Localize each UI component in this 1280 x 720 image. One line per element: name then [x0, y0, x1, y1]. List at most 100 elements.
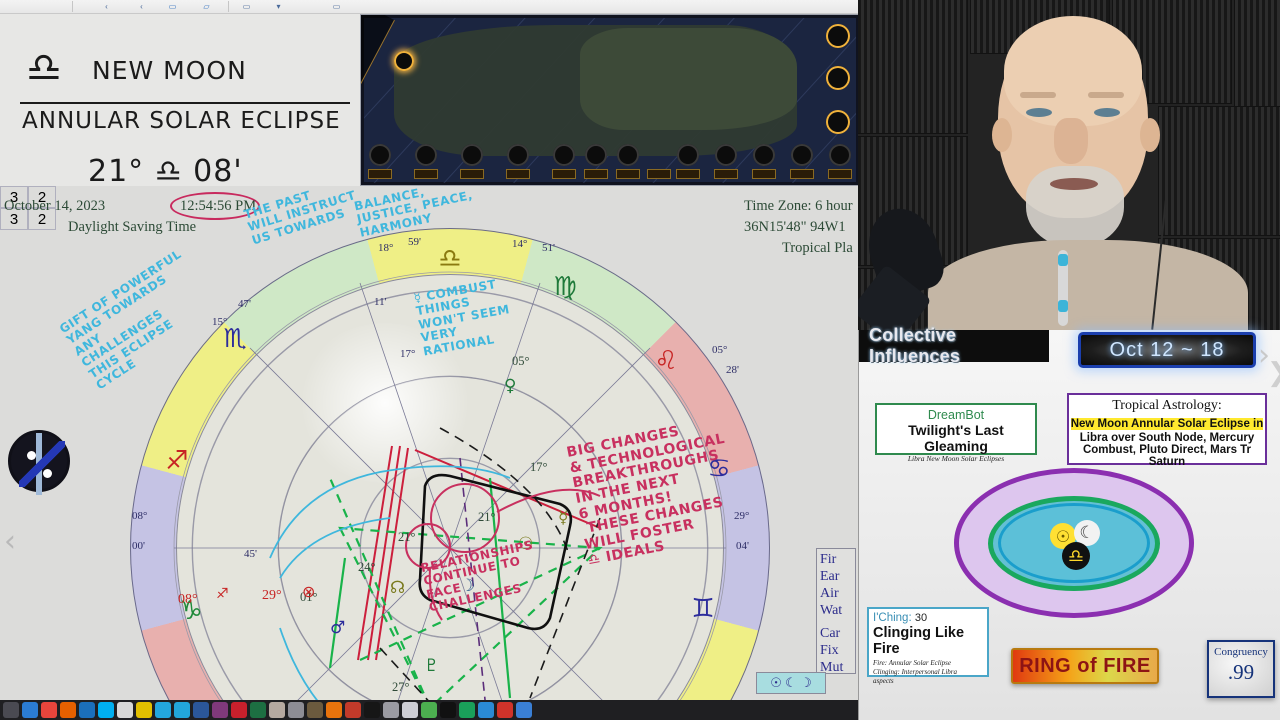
- sign-gemini: ♊: [691, 594, 715, 624]
- cusp-degree: 28': [726, 364, 739, 376]
- taskbar-app-acrobat[interactable]: [231, 702, 247, 718]
- fortune-degree: 29°: [262, 588, 282, 603]
- taskbar-app-terminal[interactable]: [421, 702, 437, 718]
- eclipse-phase-thumb: [826, 66, 850, 90]
- taskbar-app-zoom[interactable]: [364, 702, 380, 718]
- taskbar-app-firefox-browser[interactable]: [60, 702, 76, 718]
- sign-sagittarius: ♐: [165, 446, 189, 476]
- sign-virgo: ♍: [553, 272, 577, 302]
- taskbar-app-steam[interactable]: [345, 702, 361, 718]
- element-water: Wat: [820, 603, 843, 618]
- taskbar-app-calculator[interactable]: [288, 702, 304, 718]
- map-ocean: [361, 15, 856, 185]
- taskbar-app-onenote[interactable]: [212, 702, 228, 718]
- astrology-chart-area[interactable]: October 14, 2023 Daylight Saving Time 12…: [0, 185, 860, 720]
- moon-phase-box[interactable]: ☉ ☾ ☽: [756, 672, 826, 694]
- planet-mercury: ☿: [558, 508, 569, 528]
- eraser-tool-icon[interactable]: ▱: [200, 2, 213, 12]
- taskbar-app-excel[interactable]: [250, 702, 266, 718]
- date-range-badge[interactable]: Oct 12 ~ 18: [1078, 332, 1256, 368]
- wire-marker-top: [1058, 254, 1068, 266]
- taskbar-app-paint[interactable]: [269, 702, 285, 718]
- whiteboard-heading: ♎ NEW MOON ANNULAR SOLAR ECLIPSE 21° ♎ 0…: [0, 14, 360, 189]
- taskbar-app-file-explorer[interactable]: [3, 702, 19, 718]
- element-earth: Ear: [820, 569, 840, 584]
- taskbar-app-edge-browser[interactable]: [22, 702, 38, 718]
- next-slide-chevron-icon[interactable]: ›: [1258, 338, 1270, 373]
- map-landmass-east: [580, 27, 797, 130]
- iching-subtitle: Fire: Annular Solar Eclipse Clinging: In…: [873, 659, 958, 685]
- presenter-shirt: [928, 240, 1248, 330]
- presenter-mouth: [1050, 178, 1098, 190]
- taskbar-app-media-player[interactable]: [307, 702, 323, 718]
- eclipse-path-map[interactable]: [360, 14, 860, 186]
- congruency-value: .99: [1227, 660, 1255, 684]
- descendant-degree: 08°: [178, 592, 198, 607]
- planet-mars: ♂: [330, 618, 346, 638]
- mode-cardinal: Car: [820, 626, 841, 641]
- tropical-line2: Libra over South Node, Mercury: [1079, 432, 1255, 444]
- eclipse-phase-thumb: [826, 110, 850, 134]
- presenter-ear-left: [992, 118, 1012, 152]
- fortune-glyph: ⊗: [302, 582, 316, 601]
- taskbar-app-outlook[interactable]: [79, 702, 95, 718]
- taskbar-app-teams[interactable]: [459, 702, 475, 718]
- iching-headline: Clinging Like Fire: [873, 625, 965, 657]
- taskbar-app-sticky-notes[interactable]: [136, 702, 152, 718]
- taskbar-app-word[interactable]: [193, 702, 209, 718]
- presenter-nose: [1054, 118, 1088, 164]
- page-icon[interactable]: ▭: [240, 2, 253, 12]
- pen-tool-icon[interactable]: ▭: [166, 2, 179, 12]
- taskbar-app-onedrive[interactable]: [174, 702, 190, 718]
- eclipse-phase-strip: [367, 144, 859, 180]
- taskbar-app-store[interactable]: [497, 702, 513, 718]
- taskbar-app-opera[interactable]: [478, 702, 494, 718]
- planet-mercury-degree: 17°: [530, 460, 548, 474]
- taskbar-app-internet-explorer[interactable]: [155, 702, 171, 718]
- taskbar-app-skype[interactable]: [98, 702, 114, 718]
- presenter-ear-right: [1140, 118, 1160, 152]
- iching-number: 30: [914, 612, 928, 624]
- eclipse-degree-label: 21° ♎ 08': [88, 154, 243, 189]
- taskbar-app-settings[interactable]: [383, 702, 399, 718]
- collective-influences-panel[interactable]: Collective Influences Oct 12 ~ 18 ❯ Drea…: [858, 325, 1280, 720]
- libra-symbol: ♎: [1062, 542, 1090, 570]
- presenter-brow-left: [1020, 92, 1056, 98]
- element-air: Air: [820, 586, 839, 601]
- taskbar-app-spotify[interactable]: [440, 702, 456, 718]
- back-arrow-icon[interactable]: ‹: [100, 2, 113, 12]
- date-range-label: Oct 12 ~ 18: [1109, 338, 1225, 361]
- chevron-down-icon[interactable]: ▾: [272, 2, 285, 12]
- prev-slide-chevron-icon[interactable]: ‹: [4, 524, 16, 559]
- planet-venus: ♀: [504, 376, 517, 396]
- taskbar-app-antivirus[interactable]: [402, 702, 418, 718]
- windows-taskbar[interactable]: [0, 700, 860, 720]
- planet-sun-degree: 21°: [478, 510, 496, 524]
- webcam-video[interactable]: [858, 0, 1280, 330]
- eclipse-phase-thumb: [826, 24, 850, 48]
- sign-leo: ♌: [654, 346, 678, 376]
- cusp-degree: 11': [374, 296, 387, 308]
- sign-libra: ♎: [438, 244, 462, 274]
- presenter-eye-left: [1026, 108, 1052, 117]
- forward-arrow-icon[interactable]: ‹: [135, 2, 148, 12]
- dreambot-headline: Twilight's Last Gleaming: [908, 422, 1004, 454]
- cusp-degree: 18°: [378, 242, 394, 254]
- cusp-degree: 05°: [712, 344, 728, 356]
- taskbar-app-notes[interactable]: [117, 702, 133, 718]
- tropical-title: Tropical Astrology:: [1112, 398, 1222, 413]
- tropical-highlight: New Moon Annular Solar Eclipse in: [1070, 418, 1264, 430]
- annular-solar-eclipse-label: ANNULAR SOLAR ECLIPSE: [22, 108, 341, 134]
- export-icon[interactable]: ▭: [330, 2, 343, 12]
- taskbar-app-chrome-browser[interactable]: [41, 702, 57, 718]
- cusp-degree: 17°: [400, 348, 416, 360]
- taskbar-app-extra[interactable]: [516, 702, 532, 718]
- cusp-degree: 08°: [132, 510, 148, 522]
- taskbar-app-vlc[interactable]: [326, 702, 342, 718]
- libra-glyph-handwritten: ♎: [26, 45, 62, 91]
- cusp-degree: 51': [542, 242, 555, 254]
- app-toolbar: ‹ ‹ ▭ ▱ ▭ ▾ ▭: [0, 0, 860, 14]
- iching-card: I'Ching: 30 Clinging Like Fire Fire: Ann…: [867, 607, 989, 685]
- iching-label: I'Ching: 30: [873, 612, 983, 624]
- presenter-scalp: [1004, 16, 1142, 126]
